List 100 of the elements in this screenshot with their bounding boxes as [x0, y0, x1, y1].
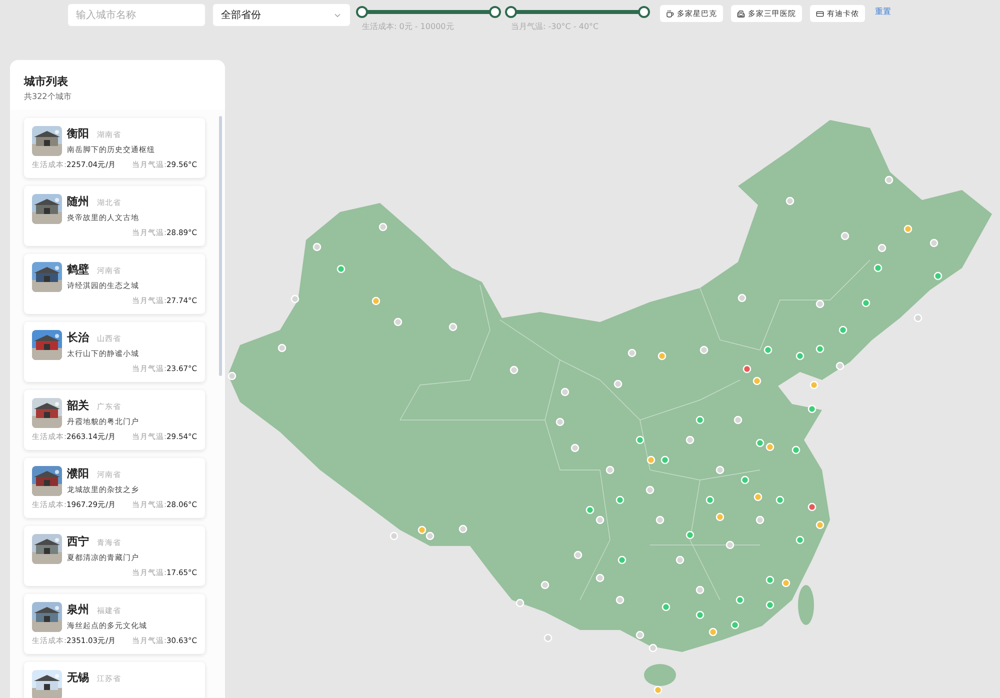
- map-marker[interactable]: [656, 516, 664, 524]
- map-marker[interactable]: [752, 376, 762, 386]
- city-name: 西宁: [67, 534, 89, 549]
- map-marker[interactable]: [372, 296, 380, 306]
- map-marker[interactable]: [646, 456, 656, 464]
- map-marker[interactable]: [544, 634, 552, 642]
- map-marker[interactable]: [560, 388, 570, 396]
- map-marker[interactable]: [840, 232, 850, 240]
- map-marker[interactable]: [878, 244, 886, 252]
- map-marker[interactable]: [810, 380, 818, 390]
- map-marker[interactable]: [738, 294, 746, 302]
- map-marker[interactable]: [700, 346, 708, 354]
- map-marker[interactable]: [616, 596, 624, 604]
- map-marker[interactable]: [312, 242, 322, 252]
- map-marker[interactable]: [836, 362, 844, 370]
- reset-link[interactable]: 重置: [875, 6, 891, 17]
- map-marker[interactable]: [616, 496, 624, 504]
- map-marker[interactable]: [706, 496, 714, 504]
- map-marker[interactable]: [776, 496, 784, 504]
- map-marker[interactable]: [378, 222, 388, 232]
- map-marker[interactable]: [658, 352, 666, 360]
- map-marker[interactable]: [418, 526, 426, 534]
- map-marker[interactable]: [816, 300, 824, 308]
- map-marker[interactable]: [660, 456, 670, 464]
- map-marker[interactable]: [426, 532, 434, 540]
- hospital-icon: [737, 10, 745, 18]
- map-marker[interactable]: [510, 366, 518, 374]
- map-marker[interactable]: [448, 322, 458, 332]
- slider-thumb[interactable]: [489, 6, 501, 18]
- map-marker[interactable]: [708, 628, 718, 636]
- map-marker[interactable]: [336, 264, 346, 274]
- map-marker[interactable]: [636, 436, 644, 444]
- map-marker[interactable]: [808, 404, 816, 414]
- map-marker[interactable]: [596, 516, 604, 524]
- map-marker[interactable]: [884, 176, 894, 184]
- map-marker[interactable]: [556, 418, 564, 426]
- map-marker[interactable]: [696, 586, 704, 594]
- map-marker[interactable]: [862, 298, 870, 308]
- map-marker[interactable]: [816, 520, 824, 530]
- map-marker[interactable]: [716, 512, 724, 522]
- map-marker[interactable]: [696, 610, 704, 620]
- province-select[interactable]: 全部省份: [213, 4, 350, 26]
- map-marker[interactable]: [574, 550, 582, 560]
- map-marker[interactable]: [874, 264, 882, 272]
- slider-thumb[interactable]: [356, 6, 368, 18]
- map-marker[interactable]: [766, 442, 774, 452]
- map-marker[interactable]: [786, 196, 794, 206]
- map-marker[interactable]: [914, 314, 922, 322]
- scrollbar[interactable]: [219, 116, 222, 376]
- map-marker[interactable]: [648, 644, 658, 652]
- map-marker[interactable]: [796, 536, 804, 544]
- map-marker[interactable]: [754, 492, 762, 502]
- map-marker[interactable]: [586, 506, 594, 514]
- map-marker[interactable]: [228, 372, 236, 380]
- map-marker[interactable]: [290, 294, 300, 304]
- map-marker[interactable]: [394, 318, 402, 326]
- map-marker[interactable]: [726, 540, 734, 550]
- map-marker[interactable]: [838, 326, 848, 334]
- map-marker[interactable]: [796, 352, 804, 360]
- map-marker[interactable]: [686, 530, 694, 540]
- map-marker[interactable]: [736, 596, 744, 604]
- slider-thumb[interactable]: [505, 6, 517, 18]
- map-marker[interactable]: [458, 524, 468, 534]
- map-marker[interactable]: [716, 466, 724, 474]
- city-name: 韶关: [67, 398, 89, 413]
- map-marker[interactable]: [676, 556, 684, 564]
- map-marker[interactable]: [740, 476, 750, 484]
- map-marker[interactable]: [934, 272, 942, 280]
- map-marker[interactable]: [390, 532, 398, 540]
- map-marker[interactable]: [596, 574, 604, 582]
- map-marker[interactable]: [734, 416, 742, 424]
- map-marker[interactable]: [730, 620, 740, 630]
- map-marker[interactable]: [756, 516, 764, 524]
- map-marker[interactable]: [696, 416, 704, 424]
- map-marker[interactable]: [766, 576, 774, 584]
- slider-thumb[interactable]: [638, 6, 650, 18]
- map-marker[interactable]: [930, 238, 938, 248]
- map-marker[interactable]: [792, 446, 800, 454]
- map-marker[interactable]: [618, 556, 626, 564]
- map-marker[interactable]: [808, 502, 816, 512]
- map-marker[interactable]: [742, 364, 752, 374]
- map-marker[interactable]: [614, 380, 622, 388]
- map-marker[interactable]: [756, 438, 764, 448]
- map-marker[interactable]: [766, 600, 774, 610]
- map-marker[interactable]: [782, 578, 790, 588]
- map-marker[interactable]: [540, 580, 550, 590]
- map-marker[interactable]: [516, 598, 524, 608]
- map-marker[interactable]: [904, 224, 912, 234]
- map-marker[interactable]: [570, 444, 580, 452]
- search-field[interactable]: 输入城市名称: [68, 4, 205, 26]
- map-marker[interactable]: [662, 602, 670, 612]
- map-marker[interactable]: [686, 436, 694, 444]
- map-marker[interactable]: [606, 466, 614, 474]
- map-marker[interactable]: [816, 344, 824, 354]
- map-marker[interactable]: [636, 630, 644, 640]
- map-marker[interactable]: [628, 348, 636, 358]
- map-marker[interactable]: [278, 344, 286, 352]
- map-marker[interactable]: [646, 486, 654, 494]
- map-marker[interactable]: [654, 686, 662, 694]
- map-marker[interactable]: [764, 346, 772, 354]
